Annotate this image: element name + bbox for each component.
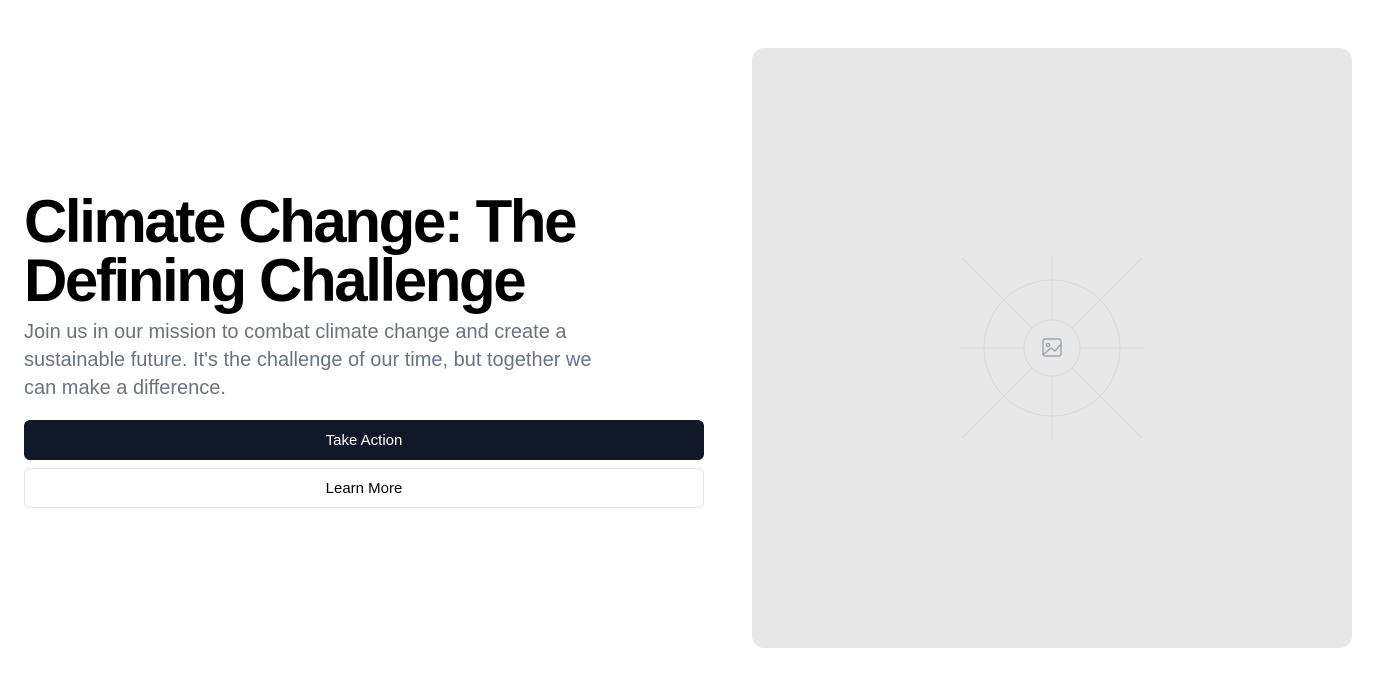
page: Climate Change: The Defining Challenge J… [0, 0, 1376, 696]
take-action-button[interactable]: Take Action [24, 420, 704, 460]
hero-subtitle: Join us in our mission to combat climate… [24, 321, 592, 399]
hero-title: Climate Change: The Defining Challenge [24, 188, 578, 314]
hero-content: Climate Change: The Defining Challenge J… [24, 192, 704, 508]
placeholder-graphic [960, 256, 1144, 440]
learn-more-button[interactable]: Learn More [24, 468, 704, 508]
hero-image-placeholder [752, 48, 1352, 648]
